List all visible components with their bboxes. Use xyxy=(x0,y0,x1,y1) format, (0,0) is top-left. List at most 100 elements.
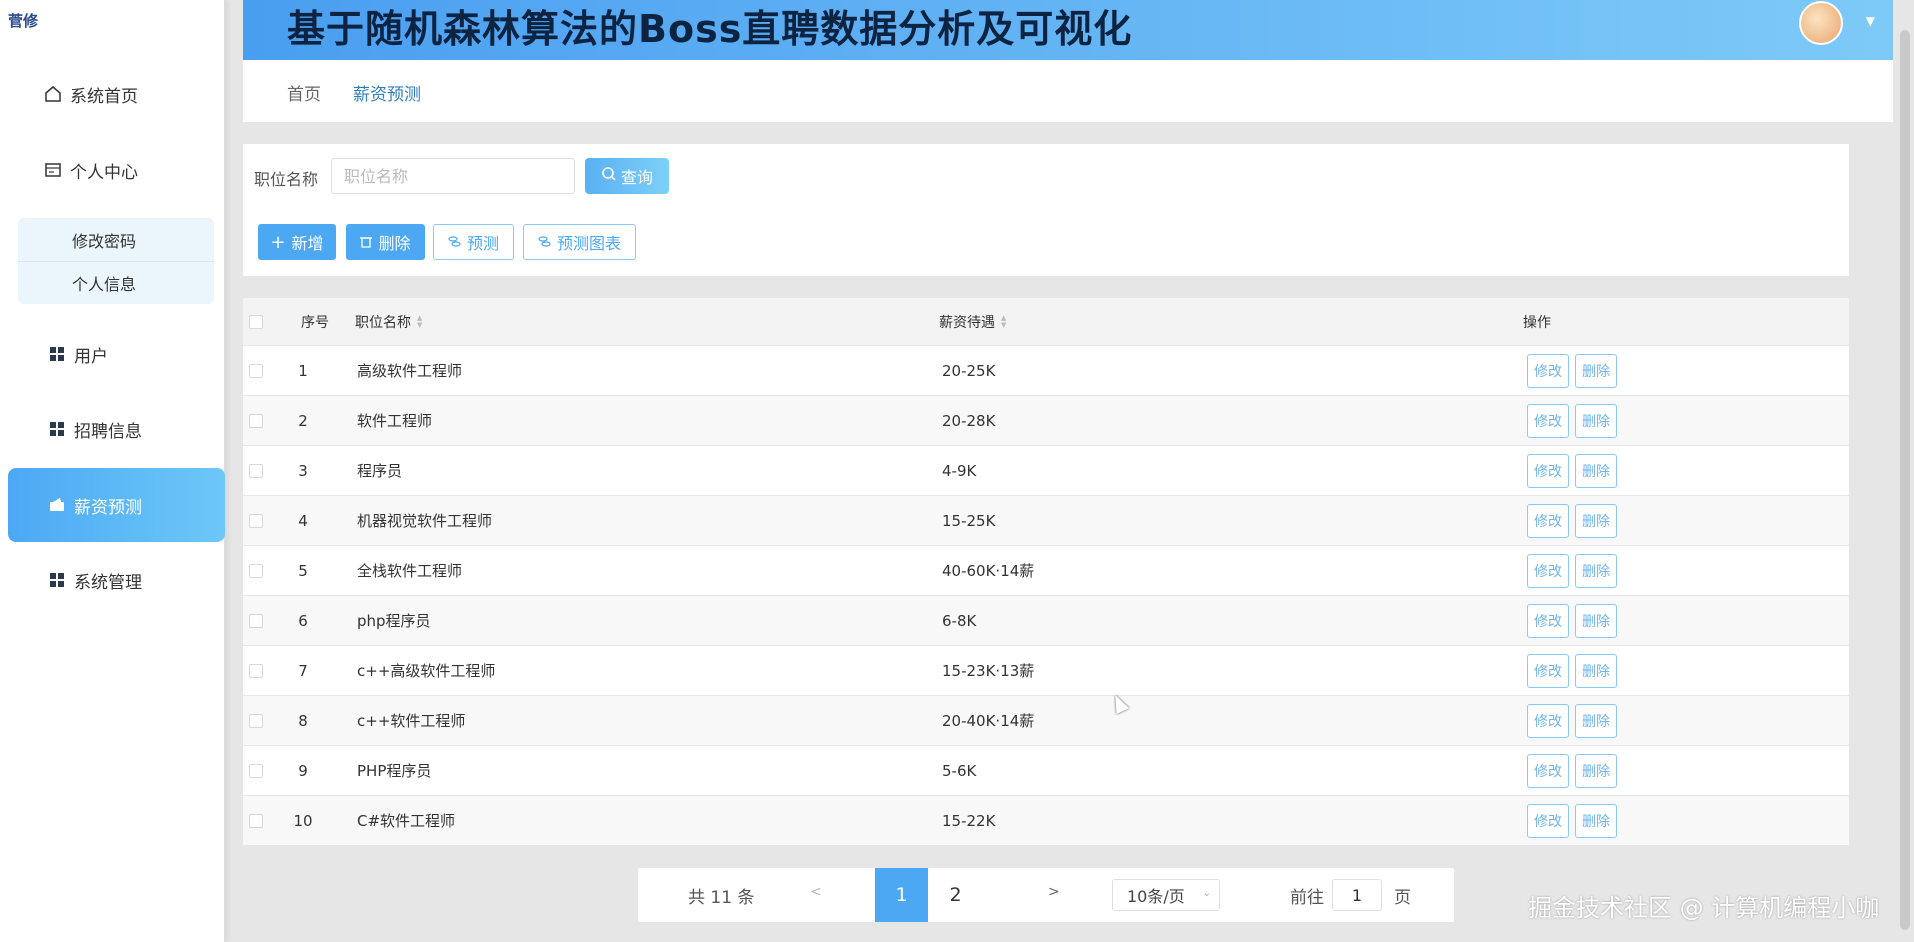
page-size-value: 10条/页 xyxy=(1127,887,1185,906)
grid-icon xyxy=(46,569,68,591)
edit-button[interactable]: 修改 xyxy=(1527,603,1569,638)
page-size-select[interactable]: 10条/页 ⌄ xyxy=(1112,879,1220,911)
table-row: 1 高级软件工程师 20-25K 修改 删除 xyxy=(243,345,1849,395)
edit-button[interactable]: 修改 xyxy=(1527,653,1569,688)
query-button[interactable]: 查询 xyxy=(585,158,669,194)
pagination-total: 共 11 条 xyxy=(688,888,755,908)
row-actions: 修改 删除 xyxy=(1527,396,1623,445)
goto-label: 前往 xyxy=(1290,888,1324,908)
next-page-button[interactable]: > xyxy=(1048,884,1060,900)
table-row: 9 PHP程序员 5-6K 修改 删除 xyxy=(243,745,1849,795)
row-checkbox[interactable] xyxy=(249,813,263,828)
row-job-name: 软件工程师 xyxy=(357,412,433,430)
search-input[interactable] xyxy=(331,158,575,194)
table-row: 5 全栈软件工程师 40-60K·14薪 修改 删除 xyxy=(243,545,1849,595)
search-panel: 职位名称 查询 + 新增 删除 预测 预测图表 xyxy=(243,144,1849,276)
predict-chart-button[interactable]: 预测图表 xyxy=(523,224,636,260)
predict-button[interactable]: 预测 xyxy=(433,224,514,260)
add-button-label: 新增 xyxy=(291,234,324,253)
edit-button[interactable]: 修改 xyxy=(1527,803,1569,838)
header-index: 序号 xyxy=(301,314,329,331)
row-delete-button[interactable]: 删除 xyxy=(1575,453,1617,488)
submenu-item-change-password[interactable]: 修改密码 xyxy=(18,218,214,261)
delete-button-label: 删除 xyxy=(378,234,411,253)
row-job-name: c++高级软件工程师 xyxy=(357,662,496,680)
row-checkbox[interactable] xyxy=(249,663,263,678)
row-delete-button[interactable]: 删除 xyxy=(1575,503,1617,538)
row-checkbox[interactable] xyxy=(249,763,263,778)
table-row: 2 软件工程师 20-28K 修改 删除 xyxy=(243,395,1849,445)
row-actions: 修改 删除 xyxy=(1527,346,1623,395)
row-checkbox[interactable] xyxy=(249,463,263,478)
plus-icon: + xyxy=(270,231,286,253)
header-salary[interactable]: 薪资待遇 ▲ ▼ xyxy=(939,298,1006,345)
row-checkbox[interactable] xyxy=(249,613,263,628)
vertical-scrollbar[interactable] xyxy=(1900,30,1910,930)
select-all-checkbox[interactable] xyxy=(249,314,263,329)
row-salary: 40-60K·14薪 xyxy=(942,562,1035,580)
sidebar-item-users[interactable]: 用户 xyxy=(0,317,225,391)
sort-icon[interactable]: ▲ ▼ xyxy=(1001,314,1006,329)
row-checkbox[interactable] xyxy=(249,513,263,528)
row-salary: 6-8K xyxy=(942,611,977,630)
row-delete-button[interactable]: 删除 xyxy=(1575,703,1617,738)
row-actions: 修改 删除 xyxy=(1527,746,1623,795)
edit-button[interactable]: 修改 xyxy=(1527,753,1569,788)
chevron-down-icon[interactable]: ▼ xyxy=(1866,14,1875,28)
edit-button[interactable]: 修改 xyxy=(1527,403,1569,438)
sidebar-item-salary-prediction[interactable]: 薪资预测 xyxy=(8,468,225,542)
row-delete-button[interactable]: 删除 xyxy=(1575,803,1617,838)
sidebar-item-label: 系统管理 xyxy=(74,572,142,593)
row-checkbox[interactable] xyxy=(249,363,263,378)
row-checkbox[interactable] xyxy=(249,713,263,728)
watermark: 掘金技术社区 @ 计算机编程小咖 xyxy=(1528,894,1880,922)
row-salary: 20-25K xyxy=(942,361,996,380)
page-1-button[interactable]: 1 xyxy=(875,868,928,922)
table-header: 序号 职位名称 ▲ ▼ 薪资待遇 ▲ ▼ 操作 xyxy=(243,298,1849,345)
sidebar-item-recruitment[interactable]: 招聘信息 xyxy=(0,392,225,466)
row-checkbox[interactable] xyxy=(249,413,263,428)
edit-button[interactable]: 修改 xyxy=(1527,503,1569,538)
row-delete-button[interactable]: 删除 xyxy=(1575,653,1617,688)
predict-chart-button-label: 预测图表 xyxy=(556,234,621,253)
row-index: 2 xyxy=(298,411,308,430)
row-index: 7 xyxy=(298,661,308,680)
submenu-item-personal-info[interactable]: 个人信息 xyxy=(18,261,214,304)
table-row: 4 机器视觉软件工程师 15-25K 修改 删除 xyxy=(243,495,1849,545)
header-name[interactable]: 职位名称 ▲ ▼ xyxy=(355,298,422,345)
sort-icon[interactable]: ▲ ▼ xyxy=(417,314,422,329)
avatar[interactable] xyxy=(1799,1,1843,45)
table-row: 10 C#软件工程师 15-22K 修改 删除 xyxy=(243,795,1849,845)
delete-button[interactable]: 删除 xyxy=(346,224,425,260)
edit-button[interactable]: 修改 xyxy=(1527,703,1569,738)
page-2-button[interactable]: 2 xyxy=(929,868,982,922)
row-index: 4 xyxy=(298,511,308,530)
row-job-name: php程序员 xyxy=(357,612,431,630)
row-delete-button[interactable]: 删除 xyxy=(1575,603,1617,638)
sidebar-item-personal-center[interactable]: 个人中心 xyxy=(0,133,225,207)
table-row: 7 c++高级软件工程师 15-23K·13薪 修改 删除 xyxy=(243,645,1849,695)
row-delete-button[interactable]: 删除 xyxy=(1575,553,1617,588)
prev-page-button[interactable]: < xyxy=(810,884,822,900)
row-delete-button[interactable]: 删除 xyxy=(1575,403,1617,438)
home-icon xyxy=(42,83,64,105)
sidebar-item-system-management[interactable]: 系统管理 xyxy=(0,543,225,617)
grid-icon xyxy=(46,418,68,440)
goto-page-input[interactable]: 1 xyxy=(1332,879,1382,911)
edit-button[interactable]: 修改 xyxy=(1527,353,1569,388)
edit-button[interactable]: 修改 xyxy=(1527,453,1569,488)
table-row: 6 php程序员 6-8K 修改 删除 xyxy=(243,595,1849,645)
row-checkbox[interactable] xyxy=(249,563,263,578)
row-salary: 15-23K·13薪 xyxy=(942,662,1035,680)
top-header: 基于随机森林算法的Boss直聘数据分析及可视化 ▼ xyxy=(243,0,1893,60)
edit-button[interactable]: 修改 xyxy=(1527,553,1569,588)
row-delete-button[interactable]: 删除 xyxy=(1575,353,1617,388)
header-ops: 操作 xyxy=(1523,314,1551,331)
sidebar-item-home[interactable]: 系统首页 xyxy=(0,57,225,131)
row-job-name: C#软件工程师 xyxy=(357,812,456,830)
row-delete-button[interactable]: 删除 xyxy=(1575,753,1617,788)
breadcrumb-home[interactable]: 首页 xyxy=(287,80,321,105)
add-button[interactable]: + 新增 xyxy=(258,224,336,260)
breadcrumb: 首页 薪资预测 xyxy=(243,60,1893,122)
id-card-icon xyxy=(42,159,64,181)
